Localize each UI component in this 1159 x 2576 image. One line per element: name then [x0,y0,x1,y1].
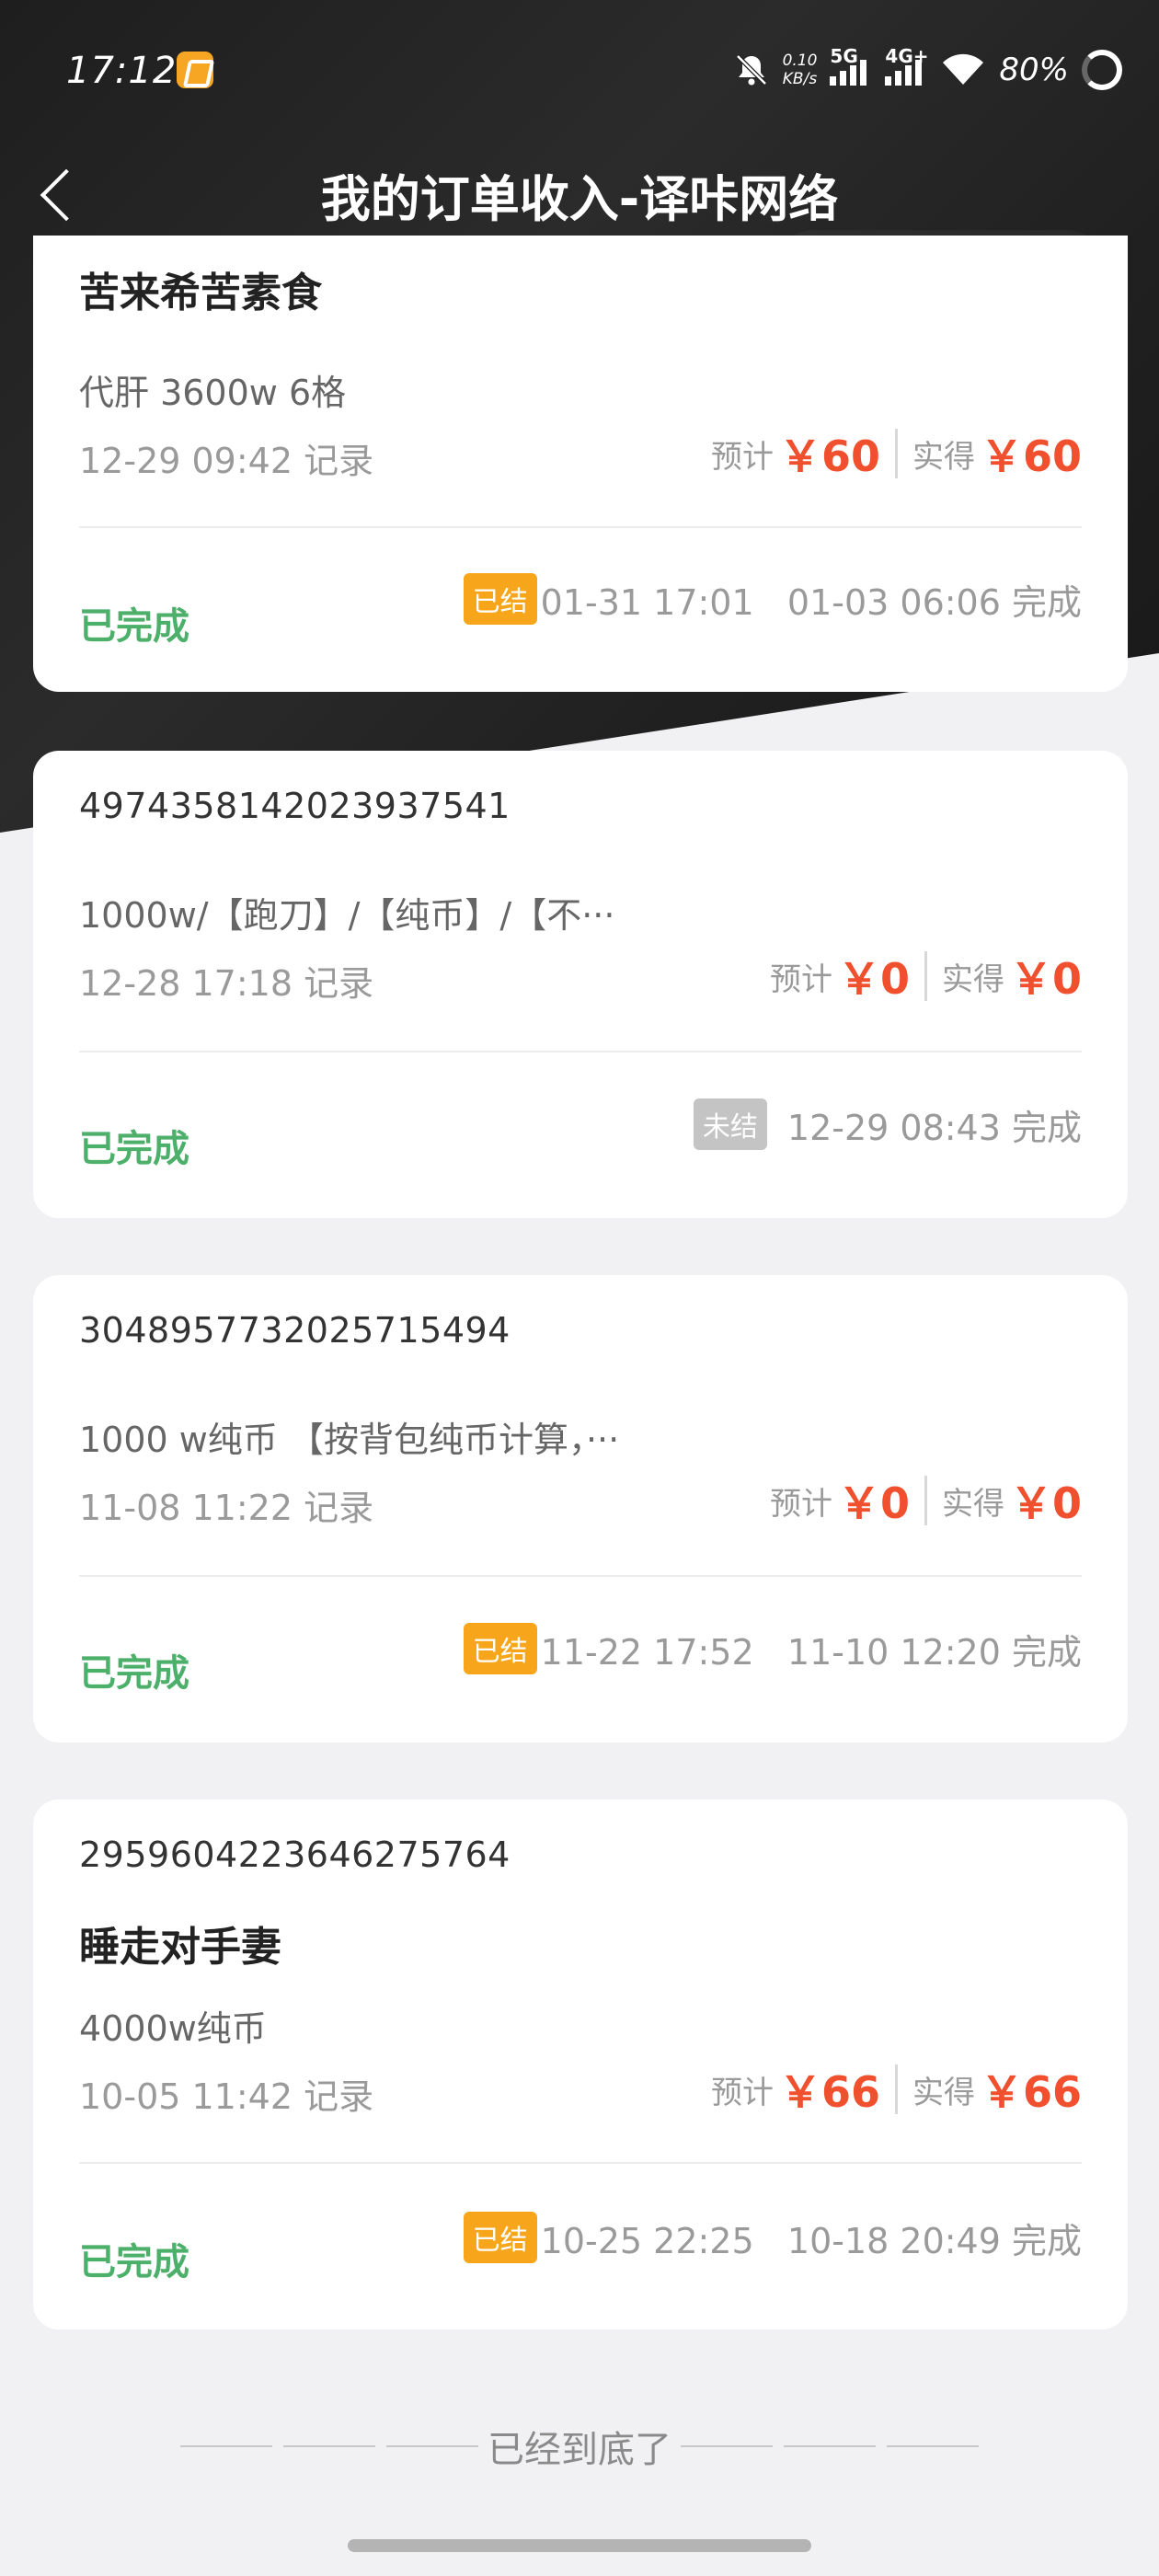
estimated-label: 预计 [710,438,774,476]
card-divider [79,1051,1082,1052]
network-speed: 0.10 KB/s [783,52,818,88]
order-settlement: 已结 10-25 22:25 10-18 20:49 完成 [463,2210,1082,2265]
app-notification-icon [177,52,213,88]
signal-4g-icon: 4G+ [885,45,929,86]
settled-badge: 已结 [463,573,537,625]
order-record-time: 11-08 11:22 记录 [79,1488,374,1528]
amount-divider [894,429,898,478]
card-divider [79,2162,1082,2164]
order-id: 2959604223646275764 [79,1834,511,1875]
settlement-times: 11-22 17:52 11-10 12:20 完成 [540,1631,1082,1673]
order-amounts: 预计 ￥0 实得 ￥0 [770,1468,1082,1533]
end-divider [283,2445,375,2447]
unsettled-badge: 未结 [693,1098,767,1150]
order-card[interactable]: 苦来希苦素食 代肝 3600w 6格 12-29 09:42 记录 预计 ￥60… [33,236,1128,692]
order-desc: 代肝 3600w 6格 [79,373,347,413]
end-divider [681,2445,773,2447]
estimated-value: ￥60 [778,431,880,481]
settled-badge: 已结 [463,2212,537,2263]
actual-label: 实得 [912,2074,975,2111]
order-record-time: 10-05 11:42 记录 [79,2076,374,2117]
order-record-time: 12-28 17:18 记录 [79,963,374,1004]
battery-icon [1082,50,1122,90]
amount-divider [924,1476,927,1525]
status-indicators: 0.10 KB/s 5G 4G+ 80% [733,42,1122,98]
card-divider [79,1575,1082,1577]
settlement-times: 12-29 08:43 完成 [786,1107,1082,1148]
card-divider [79,526,1082,528]
order-status: 已完成 [79,1652,189,1695]
settled-badge: 已结 [463,1623,537,1674]
net-4g-label: 4G+ [885,45,929,67]
page-title: 我的订单收入-译咔网络 [320,170,839,228]
estimated-label: 预计 [769,1485,832,1523]
app-root: 17:12 0.10 KB/s 5G 4G+ 80% 我的订单收入-译咔网络 苦… [0,0,1159,2576]
end-divider [887,2445,979,2447]
settlement-times: 10-25 22:25 10-18 20:49 完成 [540,2220,1082,2261]
order-settlement: 已结 11-22 17:52 11-10 12:20 完成 [463,1621,1082,1676]
order-amounts: 预计 ￥66 实得 ￥66 [711,2057,1082,2122]
actual-label: 实得 [912,438,975,476]
order-name: 苦来希苦素食 [79,270,322,316]
battery-percent: 80% [999,52,1069,88]
order-settlement: 已结 01-31 17:01 01-03 06:06 完成 [463,571,1082,627]
net-5g-label: 5G [830,45,858,67]
end-divider [784,2445,876,2447]
order-amounts: 预计 ￥60 实得 ￥60 [711,421,1082,486]
wifi-icon [943,53,984,85]
order-status: 已完成 [79,605,189,648]
order-card[interactable]: 4974358142023937541 1000w/【跑刀】/【纯币】/【不··… [33,751,1128,1218]
order-amounts: 预计 ￥0 实得 ￥0 [770,944,1082,1008]
order-status: 已完成 [79,2241,189,2283]
actual-value: ￥66 [980,2067,1082,2117]
order-settlement: 未结 12-29 08:43 完成 [693,1097,1082,1152]
order-desc: 1000w/【跑刀】/【纯币】/【不··· [79,895,615,936]
order-card[interactable]: 2959604223646275764 睡走对手妻 4000w纯币 10-05 … [33,1800,1128,2329]
end-of-list-text: 已经到底了 [488,2429,671,2471]
order-name: 睡走对手妻 [79,1924,281,1971]
amount-divider [924,951,927,1001]
order-desc: 1000 w纯币 【按背包纯币计算，··· [79,1420,620,1460]
network-speed-unit: KB/s [782,70,818,88]
actual-value: ￥0 [1009,954,1082,1004]
actual-value: ￥0 [1009,1478,1082,1528]
network-speed-value: 0.10 [782,52,818,70]
order-id: 4974358142023937541 [79,786,511,826]
estimated-value: ￥0 [837,954,910,1004]
order-id: 3048957732025715494 [79,1310,511,1351]
order-record-time: 12-29 09:42 记录 [79,441,374,481]
status-time: 17:12 [66,50,178,92]
end-divider [386,2445,478,2447]
home-indicator[interactable] [348,2539,811,2552]
actual-label: 实得 [941,960,1004,998]
amount-divider [894,2064,898,2114]
end-of-list: 已经到底了 [175,2423,984,2471]
actual-value: ￥60 [980,431,1082,481]
estimated-value: ￥0 [837,1478,910,1528]
end-divider [180,2445,272,2447]
order-status: 已完成 [79,1128,189,1170]
settlement-times: 01-31 17:01 01-03 06:06 完成 [540,581,1082,623]
order-card[interactable]: 3048957732025715494 1000 w纯币 【按背包纯币计算，··… [33,1275,1128,1742]
estimated-value: ￥66 [778,2067,880,2117]
status-bar: 17:12 0.10 KB/s 5G 4G+ 80% [0,0,1159,138]
actual-label: 实得 [941,1485,1004,1523]
estimated-label: 预计 [710,2074,774,2111]
estimated-label: 预计 [769,960,832,998]
order-desc: 4000w纯币 [79,2008,267,2049]
bell-muted-icon [735,54,767,86]
signal-5g-icon: 5G [830,45,872,86]
